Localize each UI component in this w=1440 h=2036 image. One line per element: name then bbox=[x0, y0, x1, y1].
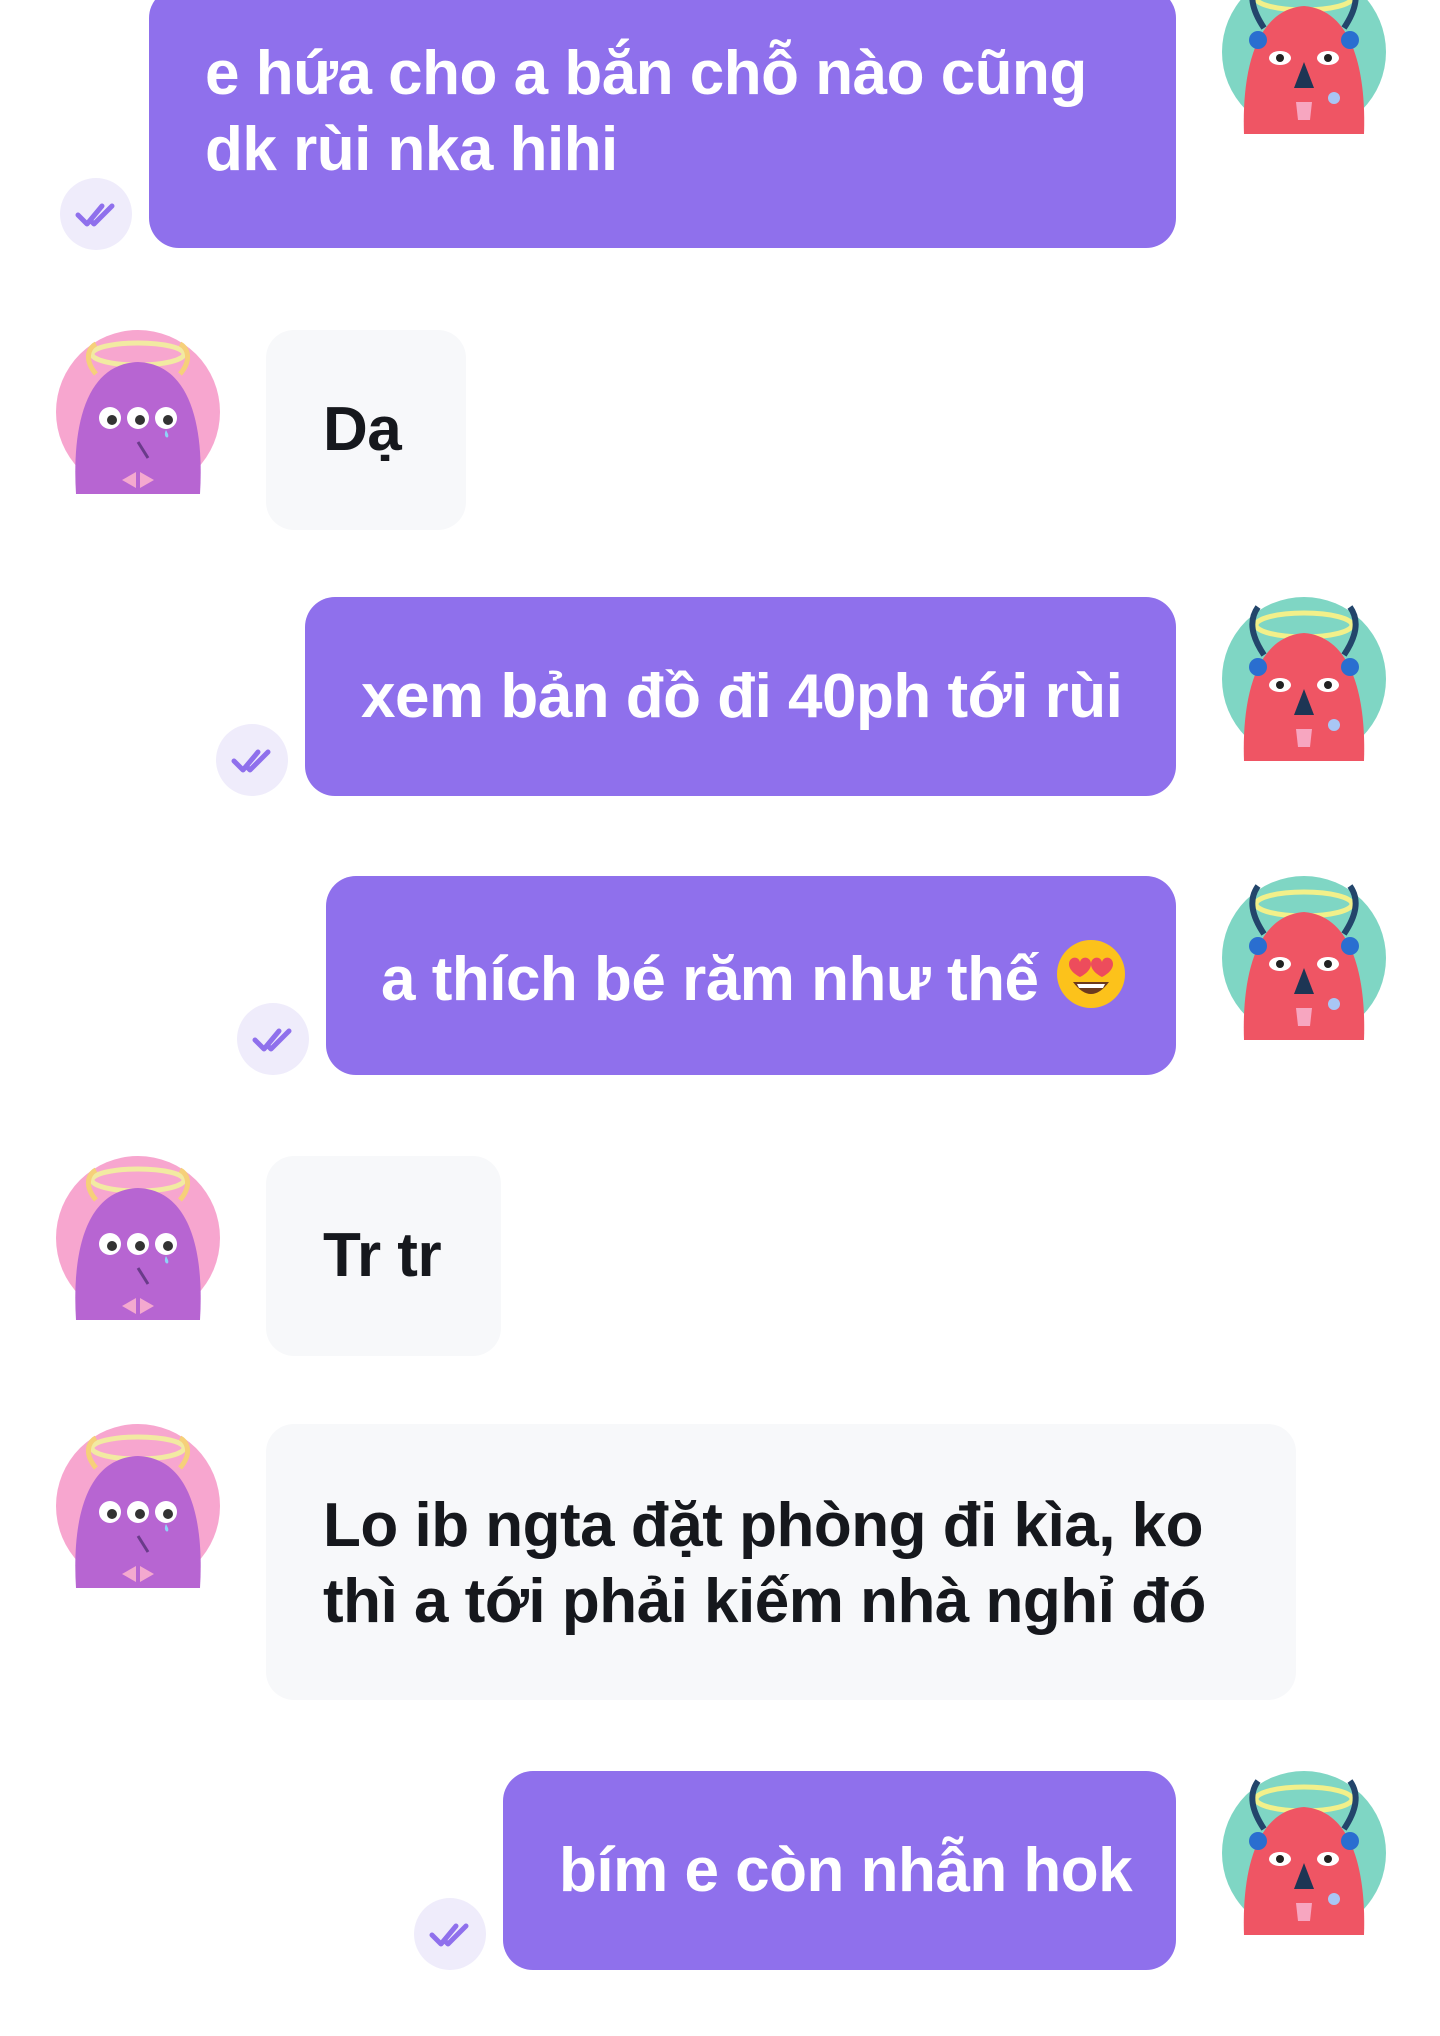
double-check-icon bbox=[216, 724, 288, 796]
message-text-line: a thích bé răm như thế bbox=[381, 945, 1039, 1014]
message-text-line: dk rùi nka hihi bbox=[205, 115, 618, 184]
heart-eyes-emoji bbox=[1055, 938, 1127, 1010]
message-text-line: e hứa cho a bắn chỗ nào cũng bbox=[205, 39, 1087, 108]
red-monster-avatar[interactable] bbox=[1222, 1771, 1386, 1935]
purple-monster-avatar[interactable] bbox=[56, 1424, 220, 1588]
red-monster-avatar[interactable] bbox=[1222, 0, 1386, 134]
message-text-line: Lo ib ngta đặt phòng đi kìa, ko bbox=[323, 1491, 1204, 1560]
message-bubble-incoming[interactable]: Tr tr bbox=[266, 1156, 501, 1356]
message-text-line: bím e còn nhẫn hok bbox=[559, 1836, 1133, 1905]
message-bubble-outgoing[interactable]: e hứa cho a bắn chỗ nào cũng dk rùi nka … bbox=[149, 0, 1176, 248]
message-text-line: Dạ bbox=[323, 395, 402, 464]
message-bubble-incoming[interactable]: Lo ib ngta đặt phòng đi kìa, ko thì a tớ… bbox=[266, 1424, 1296, 1700]
message-bubble-outgoing[interactable]: bím e còn nhẫn hok bbox=[503, 1771, 1176, 1970]
message-text-line: thì a tới phải kiếm nhà nghỉ đó bbox=[323, 1567, 1206, 1636]
red-monster-avatar[interactable] bbox=[1222, 876, 1386, 1040]
purple-monster-avatar[interactable] bbox=[56, 1156, 220, 1320]
message-text-line: Tr tr bbox=[323, 1221, 442, 1290]
message-text-line: xem bản đồ đi 40ph tới rùi bbox=[361, 662, 1123, 731]
message-bubble-incoming[interactable]: Dạ bbox=[266, 330, 466, 530]
double-check-icon bbox=[237, 1003, 309, 1075]
double-check-icon bbox=[60, 178, 132, 250]
purple-monster-avatar[interactable] bbox=[56, 330, 220, 494]
double-check-icon bbox=[414, 1898, 486, 1970]
red-monster-avatar[interactable] bbox=[1222, 597, 1386, 761]
message-bubble-outgoing[interactable]: xem bản đồ đi 40ph tới rùi bbox=[305, 597, 1176, 796]
message-bubble-outgoing[interactable]: a thích bé răm như thế bbox=[326, 876, 1176, 1075]
